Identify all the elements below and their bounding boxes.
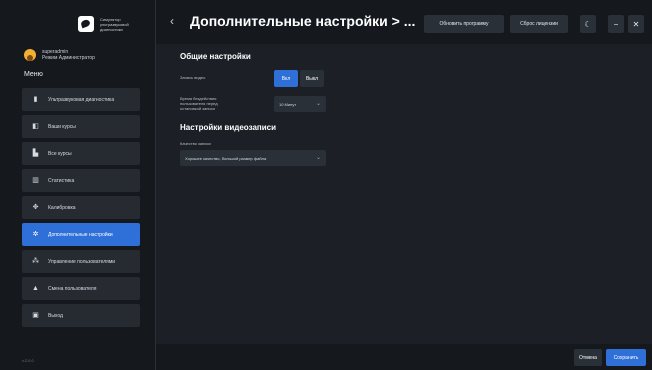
page-title: Дополнительные настройки > ... (190, 13, 416, 29)
back-icon[interactable]: ‹ (170, 15, 174, 27)
users-icon: ⁂ (32, 258, 39, 265)
header: ‹ Дополнительные настройки > ... Обновит… (156, 0, 652, 44)
minimize-icon: − (613, 19, 619, 29)
sidebar-item-label: Статистика (48, 177, 75, 184)
avatar (24, 49, 36, 61)
library-icon: ▙ (32, 150, 39, 157)
sidebar-item-user-management[interactable]: ⁂ Управление пользователями (22, 250, 140, 273)
sidebar-item-statistics[interactable]: ▥ Статистика (22, 169, 140, 192)
user-switch-icon: ▲ (32, 285, 39, 292)
sidebar-item-label: Все курсы (48, 150, 72, 157)
video-record-label: Запись видео (180, 75, 206, 80)
cancel-button[interactable]: Отмена (574, 349, 602, 366)
exit-icon: ▣ (32, 312, 39, 319)
inactivity-label: Время бездействия пользователя перед ост… (180, 96, 218, 111)
app-version: v.2.0.0 (22, 358, 34, 363)
logo-icon (78, 16, 94, 32)
menu-title: Меню (24, 71, 43, 78)
app-logo: Симулятор ультразвуковой диагностики (78, 12, 148, 36)
sidebar-item-all-courses[interactable]: ▙ Все курсы (22, 142, 140, 165)
footer: Отмена Сохранить (156, 344, 652, 370)
sidebar-item-switch-user[interactable]: ▲ Смена пользователя (22, 277, 140, 300)
sidebar-item-label: Дополнительные настройки (48, 231, 113, 238)
book-icon: ◧ (32, 123, 39, 130)
quality-value: Хорошее качество, большой размер файла (185, 155, 267, 161)
chevron-down-icon: ⌄ (315, 155, 321, 161)
save-button[interactable]: Сохранить (606, 349, 646, 366)
device-icon: ▮ (33, 96, 38, 103)
update-program-button[interactable]: Обновить программу (424, 15, 504, 33)
settings-content: Общие настройки Запись видео Вкл Выкл Вр… (168, 44, 652, 344)
chart-icon: ▥ (32, 177, 39, 184)
user-mode: Режим Администратор (42, 55, 95, 61)
sidebar-item-label: Ультразвуковая диагностика (48, 96, 115, 103)
close-button[interactable]: ✕ (628, 15, 644, 33)
sidebar-item-label: Калибровка (48, 204, 76, 211)
gear-icon: ✲ (32, 231, 39, 238)
theme-toggle-button[interactable]: ☾ (580, 15, 596, 33)
inactivity-select[interactable]: 10 Минут ⌄ (274, 96, 326, 112)
sidebar-item-your-courses[interactable]: ◧ Ваши курсы (22, 115, 140, 138)
sidebar-item-label: Смена пользователя (48, 285, 97, 292)
moon-icon: ☾ (584, 19, 592, 29)
sidebar: Симулятор ультразвуковой диагностики sup… (0, 0, 156, 370)
user-info: superadmin Режим Администратор (24, 49, 95, 61)
video-record-on-button[interactable]: Вкл (274, 70, 298, 87)
reset-license-button[interactable]: Сброс лицензии (510, 15, 568, 33)
logo-text: Симулятор ультразвуковой диагностики (100, 16, 129, 32)
inactivity-value: 10 Минут (279, 101, 297, 107)
sidebar-item-ultrasound[interactable]: ▮ Ультразвуковая диагностика (22, 88, 140, 111)
general-settings-title: Общие настройки (180, 52, 251, 61)
sidebar-nav: ▮ Ультразвуковая диагностика ◧ Ваши курс… (22, 88, 140, 331)
video-record-off-button[interactable]: Выкл (300, 70, 324, 87)
crosshair-icon: ✥ (32, 204, 39, 211)
sidebar-item-calibration[interactable]: ✥ Калибровка (22, 196, 140, 219)
sidebar-item-exit[interactable]: ▣ Выход (22, 304, 140, 327)
minimize-button[interactable]: − (608, 15, 624, 33)
chevron-down-icon: ⌄ (315, 101, 321, 107)
quality-label: Качество записи (180, 141, 211, 146)
close-icon: ✕ (632, 19, 640, 29)
sidebar-item-label: Ваши курсы (48, 123, 76, 130)
video-settings-title: Настройки видеозаписи (180, 123, 277, 132)
sidebar-item-label: Выход (48, 312, 63, 319)
quality-select[interactable]: Хорошее качество, большой размер файла ⌄ (180, 150, 326, 166)
sidebar-item-label: Управление пользователями (48, 258, 116, 265)
sidebar-item-additional-settings[interactable]: ✲ Дополнительные настройки (22, 223, 140, 246)
